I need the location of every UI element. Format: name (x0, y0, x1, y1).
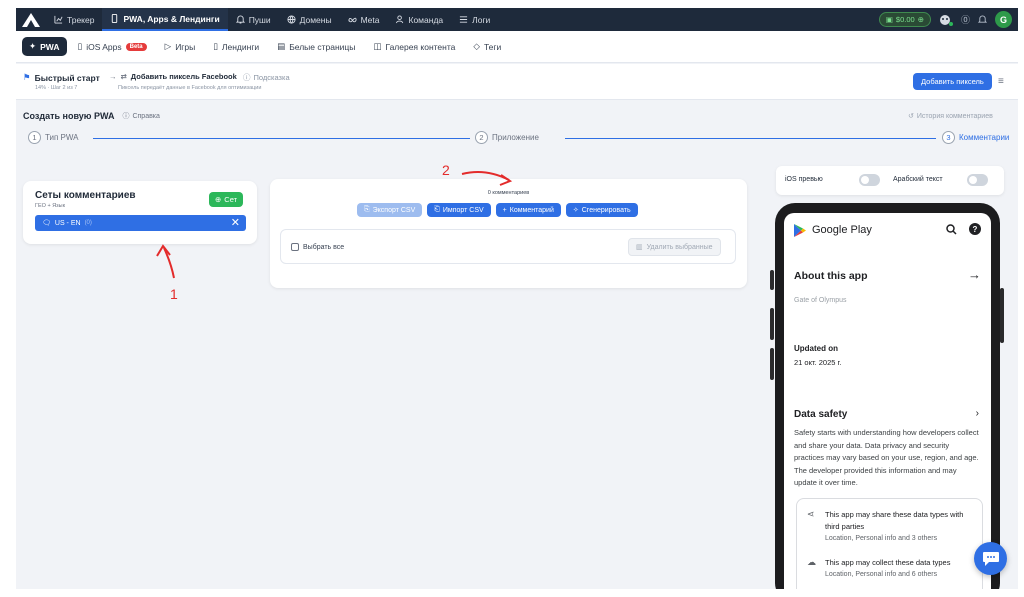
annotation-label-1: 1 (170, 286, 178, 302)
annotation-arrow-2-head (499, 174, 513, 186)
annotation-label-2: 2 (442, 162, 450, 178)
annotation-layer (156, 171, 513, 279)
app-frame: Трекер PWA, Apps & Лендинги Пуши Домены … (16, 8, 1018, 589)
annotation-arrow-1-head (156, 244, 171, 257)
